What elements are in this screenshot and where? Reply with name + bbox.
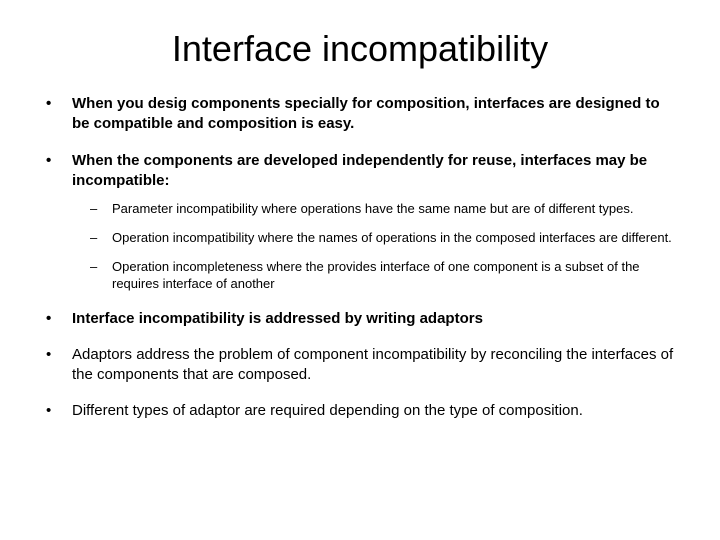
bullet-text: When you desig components specially for … (72, 95, 660, 132)
sub-bullet-item: Operation incompleteness where the provi… (72, 259, 680, 293)
slide: Interface incompatibility When you desig… (0, 0, 720, 540)
sub-bullet-text: Operation incompatibility where the name… (112, 230, 672, 245)
slide-title: Interface incompatibility (40, 28, 680, 70)
bullet-text: Adaptors address the problem of componen… (72, 346, 673, 383)
sub-bullet-list: Parameter incompatibility where operatio… (72, 201, 680, 293)
sub-bullet-text: Parameter incompatibility where operatio… (112, 201, 634, 216)
bullet-item: When the components are developed indepe… (40, 151, 680, 293)
bullet-item: Adaptors address the problem of componen… (40, 345, 680, 386)
bullet-item: Interface incompatibility is addressed b… (40, 309, 680, 329)
sub-bullet-text: Operation incompleteness where the provi… (112, 259, 640, 291)
bullet-text: Different types of adaptor are required … (72, 402, 583, 419)
bullet-text: Interface incompatibility is addressed b… (72, 310, 483, 327)
bullet-item: Different types of adaptor are required … (40, 401, 680, 421)
sub-bullet-item: Operation incompatibility where the name… (72, 230, 680, 247)
bullet-list: When you desig components specially for … (40, 94, 680, 422)
sub-bullet-item: Parameter incompatibility where operatio… (72, 201, 680, 218)
bullet-item: When you desig components specially for … (40, 94, 680, 135)
bullet-text: When the components are developed indepe… (72, 152, 647, 189)
